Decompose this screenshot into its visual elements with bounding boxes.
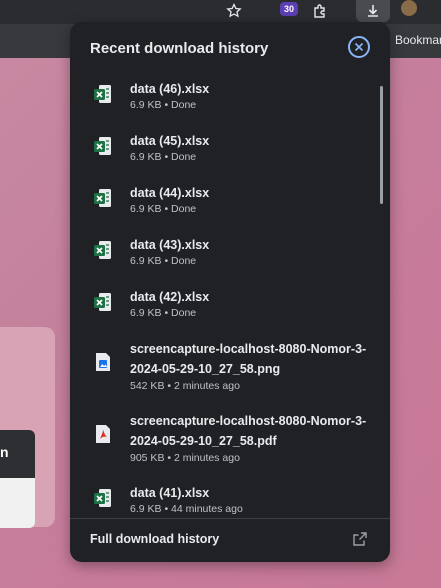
download-item-name: screencapture-localhost-8080-Nomor-3-202… [130,342,367,376]
download-item[interactable]: data (41).xlsx 6.9 KB • 44 minutes ago [70,478,390,518]
download-item[interactable]: data (42).xlsx 6.9 KB • Done [70,282,390,334]
excel-file-icon [94,292,112,312]
list-scrollbar[interactable] [380,86,383,204]
excel-file-icon [94,488,112,508]
page-card-text: n [0,444,9,460]
download-item-status: 542 KB • 2 minutes ago [130,380,240,392]
download-item-status: 6.9 KB • Done [130,99,197,111]
open-in-new-icon [352,531,368,547]
download-item-name: data (44).xlsx [130,186,210,200]
profile-avatar[interactable] [401,0,417,16]
image-file-icon [94,352,112,372]
download-item[interactable]: data (44).xlsx 6.9 KB • Done [70,178,390,230]
full-history-link[interactable]: Full download history [70,518,390,562]
pdf-file-icon [94,424,112,444]
browser-toolbar: 30 [0,0,441,24]
downloads-toolbar-button[interactable] [356,0,390,22]
extension-badge[interactable]: 30 [280,2,298,16]
download-item-status: 905 KB • 2 minutes ago [130,452,240,464]
excel-file-icon [94,188,112,208]
download-item-status: 6.9 KB • 44 minutes ago [130,503,243,515]
download-item-status: 6.9 KB • Done [130,151,197,163]
download-item-name: data (41).xlsx [130,486,210,500]
download-item-status: 6.9 KB • Done [130,307,197,319]
download-item-name: data (46).xlsx [130,82,210,96]
excel-file-icon [94,240,112,260]
download-item[interactable]: screencapture-localhost-8080-Nomor-3-202… [70,406,390,478]
download-item-status: 6.9 KB • Done [130,255,197,267]
download-item-name: data (45).xlsx [130,134,210,148]
download-history-panel: Recent download history data (46).xlsx 6… [70,22,390,562]
page-card-header: n [0,430,35,478]
full-history-label: Full download history [90,532,220,546]
extensions-puzzle-icon[interactable] [309,0,331,22]
page-card-body [0,478,35,528]
bookmarks-label[interactable]: Bookmar [395,33,441,47]
excel-file-icon [94,136,112,156]
panel-header: Recent download history [70,22,390,74]
star-icon[interactable] [223,0,245,22]
download-item[interactable]: data (46).xlsx 6.9 KB • Done [70,74,390,126]
download-item-name: data (43).xlsx [130,238,210,252]
download-item-status: 6.9 KB • Done [130,203,197,215]
excel-file-icon [94,84,112,104]
close-button[interactable] [348,36,370,58]
download-item[interactable]: data (43).xlsx 6.9 KB • Done [70,230,390,282]
download-item[interactable]: screencapture-localhost-8080-Nomor-3-202… [70,334,390,406]
download-list[interactable]: data (46).xlsx 6.9 KB • Done data (45).x… [70,74,390,518]
panel-title: Recent download history [90,40,269,57]
download-item-name: screencapture-localhost-8080-Nomor-3-202… [130,414,367,448]
close-icon [354,42,364,52]
download-icon [368,5,378,17]
download-item[interactable]: data (45).xlsx 6.9 KB • Done [70,126,390,178]
download-item-name: data (42).xlsx [130,290,210,304]
